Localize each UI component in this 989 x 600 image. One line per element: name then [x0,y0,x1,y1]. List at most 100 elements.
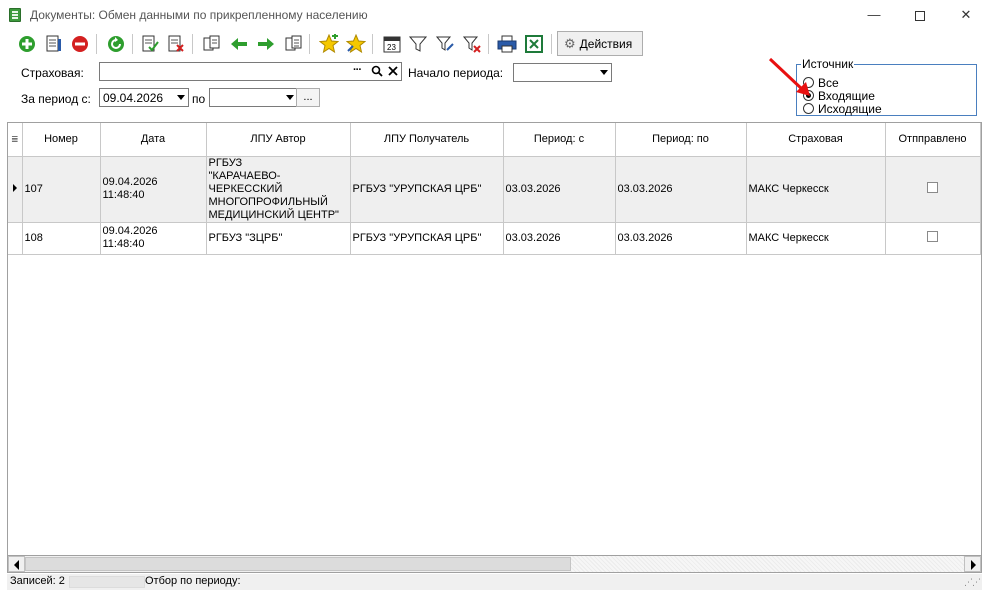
search-icon[interactable] [371,64,383,81]
app-icon [9,8,21,22]
print-icon[interactable] [496,33,518,55]
sent-checkbox[interactable] [927,181,938,193]
period-to-label: по [192,92,206,106]
calendar-icon[interactable]: 23 [381,33,403,55]
toolbar-separator [132,34,133,54]
row-indicator[interactable] [8,222,23,255]
copy-doc-icon[interactable] [201,33,223,55]
table-row[interactable]: 108 09.04.2026 11:48:40 РГБУЗ "ЗЦРБ" РГБУ… [8,222,981,255]
star-add-icon[interactable] [318,33,340,55]
table-row[interactable]: 107 09.04.2026 11:48:40 РГБУЗ "КАРАЧАЕВО-… [8,156,981,223]
status-panel [69,576,145,588]
column-header[interactable]: ЛПУ Получатель [350,123,504,157]
maximize-button[interactable] [897,0,943,30]
cancel-doc-icon[interactable] [165,33,187,55]
toolbar: 23 ⚙ Действия [5,30,984,58]
actions-button[interactable]: ⚙ Действия [557,31,643,56]
period-to-date[interactable] [209,88,298,107]
cell-insurer[interactable]: МАКС Черкесск [746,222,886,255]
cell-date-line: 09.04.2026 [102,225,158,237]
sent-checkbox[interactable] [927,230,938,242]
insurer-field[interactable]: ··· [99,62,402,81]
period-from-label: За период с: [21,92,91,106]
toolbar-separator [488,34,489,54]
gear-icon: ⚙ [564,35,576,51]
cell-number[interactable]: 107 [22,156,101,223]
column-chooser-icon[interactable]: ≣ [11,134,19,144]
column-header[interactable]: Период: по [615,123,747,157]
cell-sent[interactable] [885,156,981,223]
cell-period-to[interactable]: 03.03.2026 [615,222,747,255]
filter-edit-icon[interactable] [434,33,456,55]
delete-icon[interactable] [69,33,91,55]
cell-number[interactable]: 108 [22,222,101,255]
documents-table: ≣ Номер Дата ЛПУ Автор ЛПУ Получатель Пе… [8,123,981,255]
cell-author[interactable]: РГБУЗ "КАРАЧАЕВО-ЧЕРКЕССКИЙ МНОГОПРОФИЛЬ… [206,156,351,223]
period-from-value: 09.04.2026 [103,91,164,105]
scroll-track[interactable] [571,556,964,572]
column-header[interactable]: Период: с [503,123,616,157]
documents-grid[interactable]: ≣ Номер Дата ЛПУ Автор ЛПУ Получатель Пе… [7,122,982,556]
check-doc-icon[interactable] [139,33,161,55]
column-header[interactable]: ЛПУ Автор [206,123,351,157]
refresh-icon[interactable] [105,33,127,55]
period-from-date[interactable]: 09.04.2026 [99,88,189,107]
close-button[interactable]: ✕ [943,0,989,30]
period-start-label: Начало периода: [408,66,504,80]
window-title: Документы: Обмен данными по прикрепленно… [30,8,368,22]
source-group: Источник Все Входящие Исходящие [796,57,977,116]
filter-clear-icon[interactable] [461,33,483,55]
minimize-button[interactable]: — [851,0,897,30]
period-start-select[interactable] [513,63,612,82]
resize-grip-icon[interactable]: ⋰⋰ [964,577,981,588]
lookup-ellipsis-icon[interactable]: ··· [353,64,362,76]
radio-outgoing-label: Исходящие [818,101,882,116]
horizontal-scrollbar[interactable] [7,556,982,573]
cell-recipient[interactable]: РГБУЗ "УРУПСКАЯ ЦРБ" [350,222,504,255]
cell-recipient[interactable]: РГБУЗ "УРУПСКАЯ ЦРБ" [350,156,504,223]
cell-date[interactable]: 09.04.2026 11:48:40 [100,222,207,255]
radio-outgoing[interactable]: Исходящие [803,101,882,116]
toolbar-separator [96,34,97,54]
scroll-right-button[interactable] [964,556,981,572]
cell-date-line: 11:48:40 [102,238,145,250]
cell-sent[interactable] [885,222,981,255]
scroll-left-button[interactable] [8,556,25,572]
cell-period-from[interactable]: 03.03.2026 [503,222,616,255]
cell-period-from[interactable]: 03.03.2026 [503,156,616,223]
cell-author[interactable]: РГБУЗ "ЗЦРБ" [206,222,351,255]
chevron-down-icon [286,95,294,100]
cell-author-line: РГБУЗ [208,156,243,169]
insurer-label: Страховая: [21,66,84,80]
scroll-thumb[interactable] [25,557,571,571]
arrow-right-icon[interactable] [255,33,277,55]
chevron-down-icon [177,95,185,100]
period-filter-status: Отбор по периоду: [145,575,241,587]
period-picker-button[interactable]: ... [296,88,320,107]
toolbar-separator [551,34,552,54]
add-icon[interactable] [16,33,38,55]
row-indicator[interactable] [8,156,23,223]
star-icon[interactable] [345,33,367,55]
column-header[interactable]: Номер [22,123,101,157]
cell-period-to[interactable]: 03.03.2026 [615,156,747,223]
chevron-down-icon [600,70,608,75]
radio-all-label: Все [818,75,839,90]
cell-date[interactable]: 09.04.2026 11:48:40 [100,156,207,223]
column-header[interactable]: Отпправлено [885,123,981,157]
excel-icon[interactable] [523,33,545,55]
filter-icon[interactable] [407,33,429,55]
cell-author-line: МЕДИЦИНСКИЙ ЦЕНТР" [208,208,339,221]
clear-icon[interactable] [387,64,399,81]
column-header[interactable]: Дата [100,123,207,157]
column-header[interactable]: Страховая [746,123,886,157]
annotation-arrow-icon [766,56,816,103]
arrow-left-icon[interactable] [228,33,250,55]
edit-doc-icon[interactable] [43,33,65,55]
row-indicator-header[interactable]: ≣ [8,123,23,157]
radio-incoming-label: Входящие [818,88,875,103]
paste-doc-icon[interactable] [283,33,305,55]
cell-insurer[interactable]: МАКС Черкесск [746,156,886,223]
radio-outgoing-circle[interactable] [803,103,814,114]
grid-header-row: ≣ Номер Дата ЛПУ Автор ЛПУ Получатель Пе… [8,123,981,157]
